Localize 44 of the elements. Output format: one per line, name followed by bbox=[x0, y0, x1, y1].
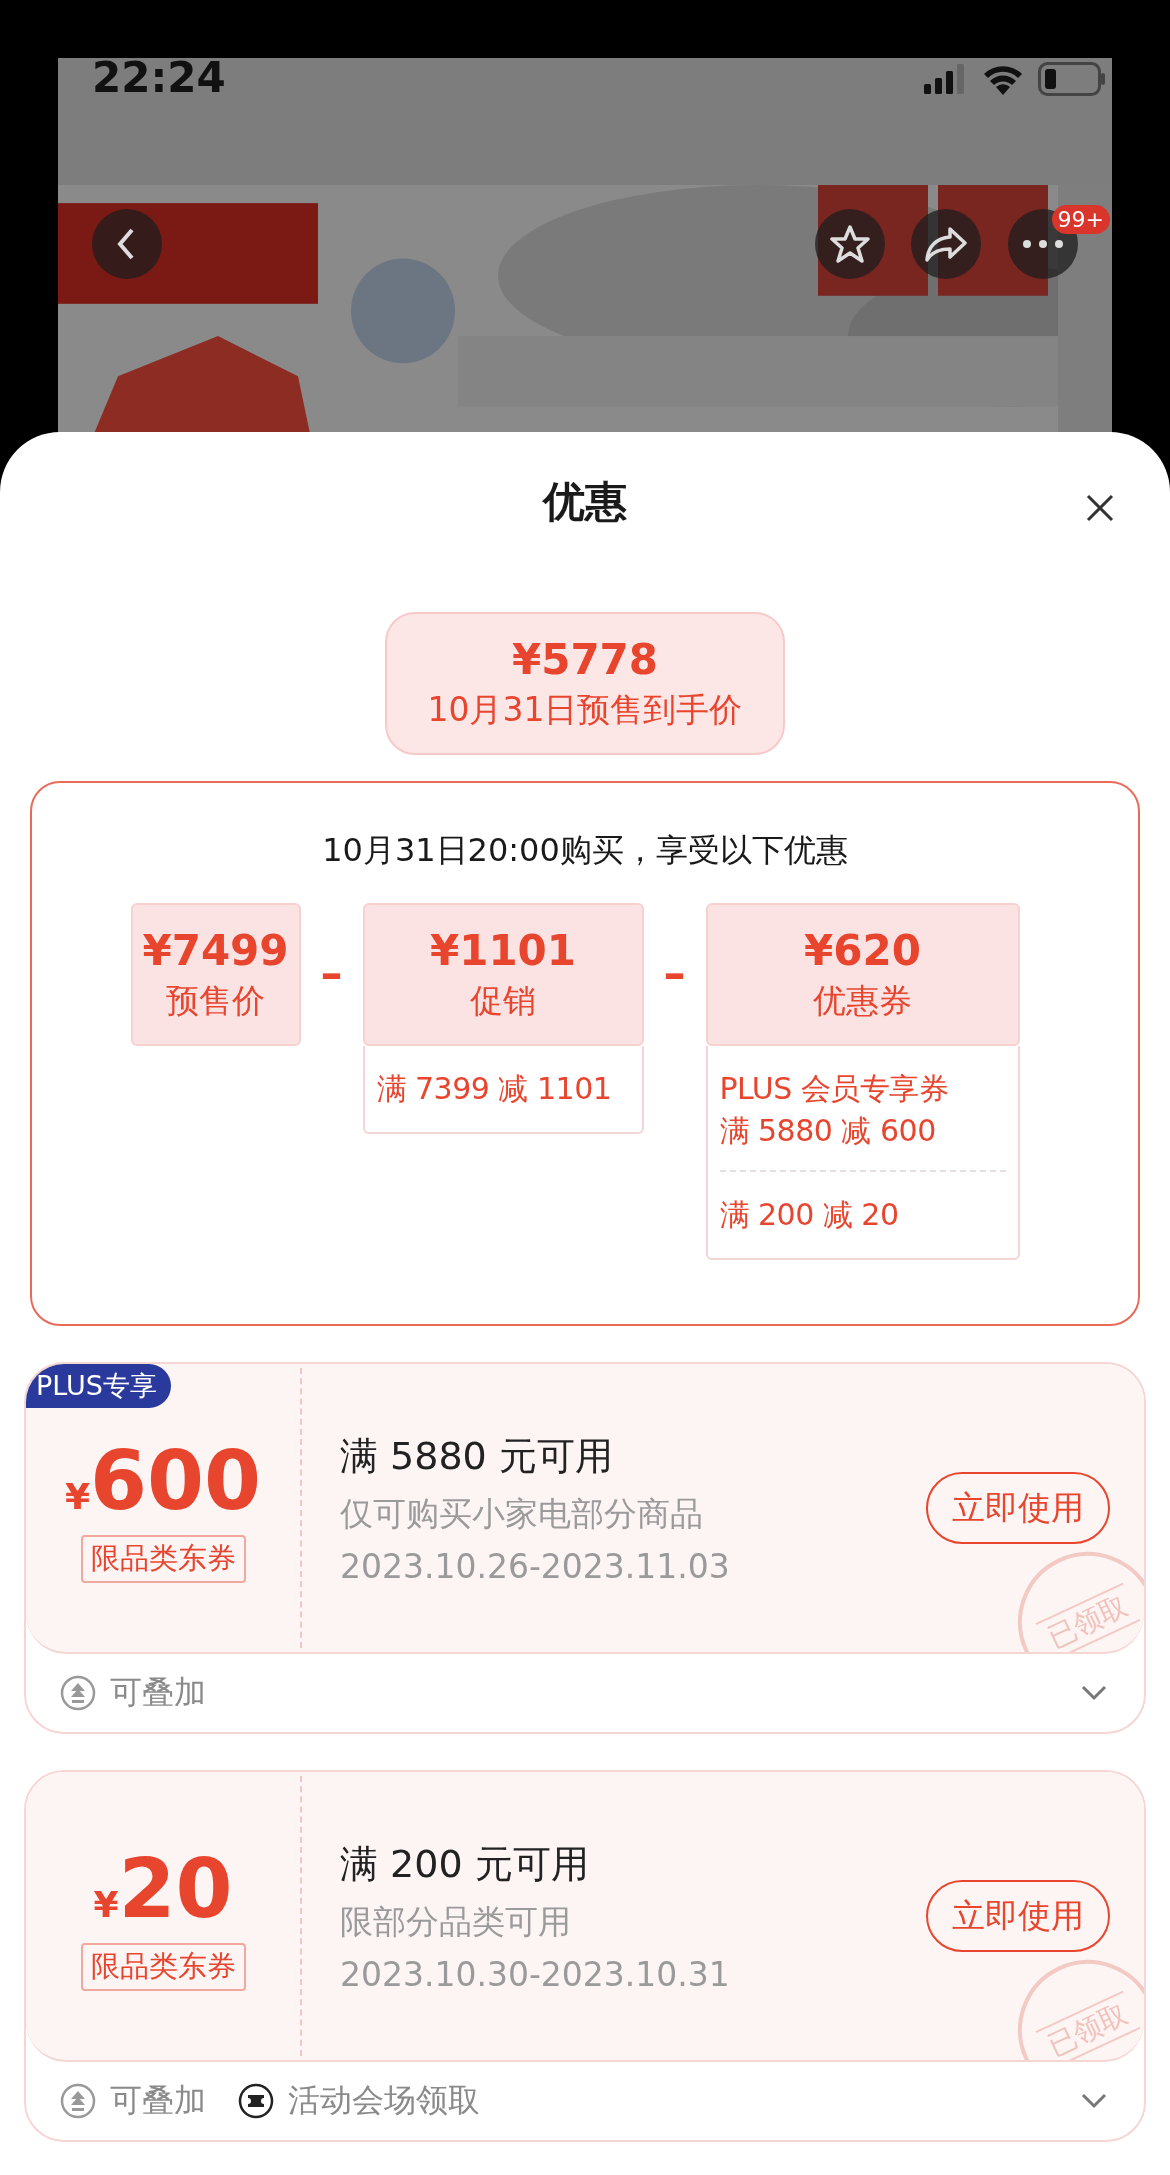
close-icon bbox=[1084, 492, 1116, 524]
component-amount: ¥620 bbox=[804, 925, 921, 975]
minus-sign: – bbox=[319, 946, 344, 1000]
breakdown-heading: 10月31日20:00购买，享受以下优惠 bbox=[322, 830, 848, 871]
coupon-condition: 满 200 元可用 bbox=[340, 1840, 590, 1888]
use-now-button[interactable]: 立即使用 bbox=[926, 1880, 1110, 1952]
discount-rule: 满 200 减 20 bbox=[719, 1196, 900, 1234]
discount-rule: PLUS 会员专享券 bbox=[719, 1070, 950, 1108]
coupon-validity: 2023.10.26-2023.11.03 bbox=[340, 1546, 731, 1586]
share-icon bbox=[924, 225, 968, 263]
wifi-icon bbox=[982, 63, 1024, 95]
final-price-label: 10月31日预售到手价 bbox=[427, 688, 743, 731]
battery-icon bbox=[1038, 62, 1106, 96]
component-amount: ¥1101 bbox=[429, 925, 577, 975]
discount-rule: 满 5880 减 600 bbox=[719, 1112, 937, 1150]
currency-sign: ¥ bbox=[64, 1476, 90, 1517]
star-icon bbox=[829, 223, 871, 265]
coupon-feature: 可叠加 bbox=[110, 1672, 206, 1713]
coupon-condition: 满 5880 元可用 bbox=[340, 1432, 614, 1480]
minus-sign: – bbox=[662, 946, 687, 1000]
ticket-icon bbox=[238, 2083, 274, 2119]
coupon-amount: 20 bbox=[118, 1841, 233, 1937]
status-time: 22:24 bbox=[92, 58, 226, 98]
discount-rule: 满 7399 减 1101 bbox=[376, 1070, 613, 1108]
sheet-title: 优惠 bbox=[543, 476, 627, 528]
coupon-scope: 限部分品类可用 bbox=[340, 1900, 572, 1943]
coupon-amount: 600 bbox=[89, 1433, 262, 1529]
currency-sign: ¥ bbox=[93, 1884, 119, 1925]
coupon-scope: 仅可购买小家电部分商品 bbox=[340, 1492, 704, 1535]
chevron-down-icon[interactable] bbox=[1080, 2092, 1108, 2110]
coupon-feature: 可叠加 bbox=[110, 2080, 206, 2121]
plus-badge: PLUS专享 bbox=[26, 1364, 171, 1408]
coupon-type-tag: 限品类东券 bbox=[80, 1535, 246, 1583]
more-icon bbox=[1021, 239, 1065, 249]
component-label: 优惠券 bbox=[813, 979, 912, 1022]
component-amount: ¥7499 bbox=[142, 925, 289, 975]
use-now-button[interactable]: 立即使用 bbox=[926, 1472, 1110, 1544]
coupon-type-tag: 限品类东券 bbox=[80, 1943, 246, 1991]
final-price: ¥5778 bbox=[511, 634, 659, 684]
component-label: 预售价 bbox=[166, 979, 265, 1022]
coupon-validity: 2023.10.30-2023.10.31 bbox=[340, 1954, 731, 1994]
component-label: 促销 bbox=[470, 979, 536, 1022]
coupon-feature: 活动会场领取 bbox=[288, 2080, 480, 2121]
chevron-down-icon[interactable] bbox=[1080, 1684, 1108, 1702]
